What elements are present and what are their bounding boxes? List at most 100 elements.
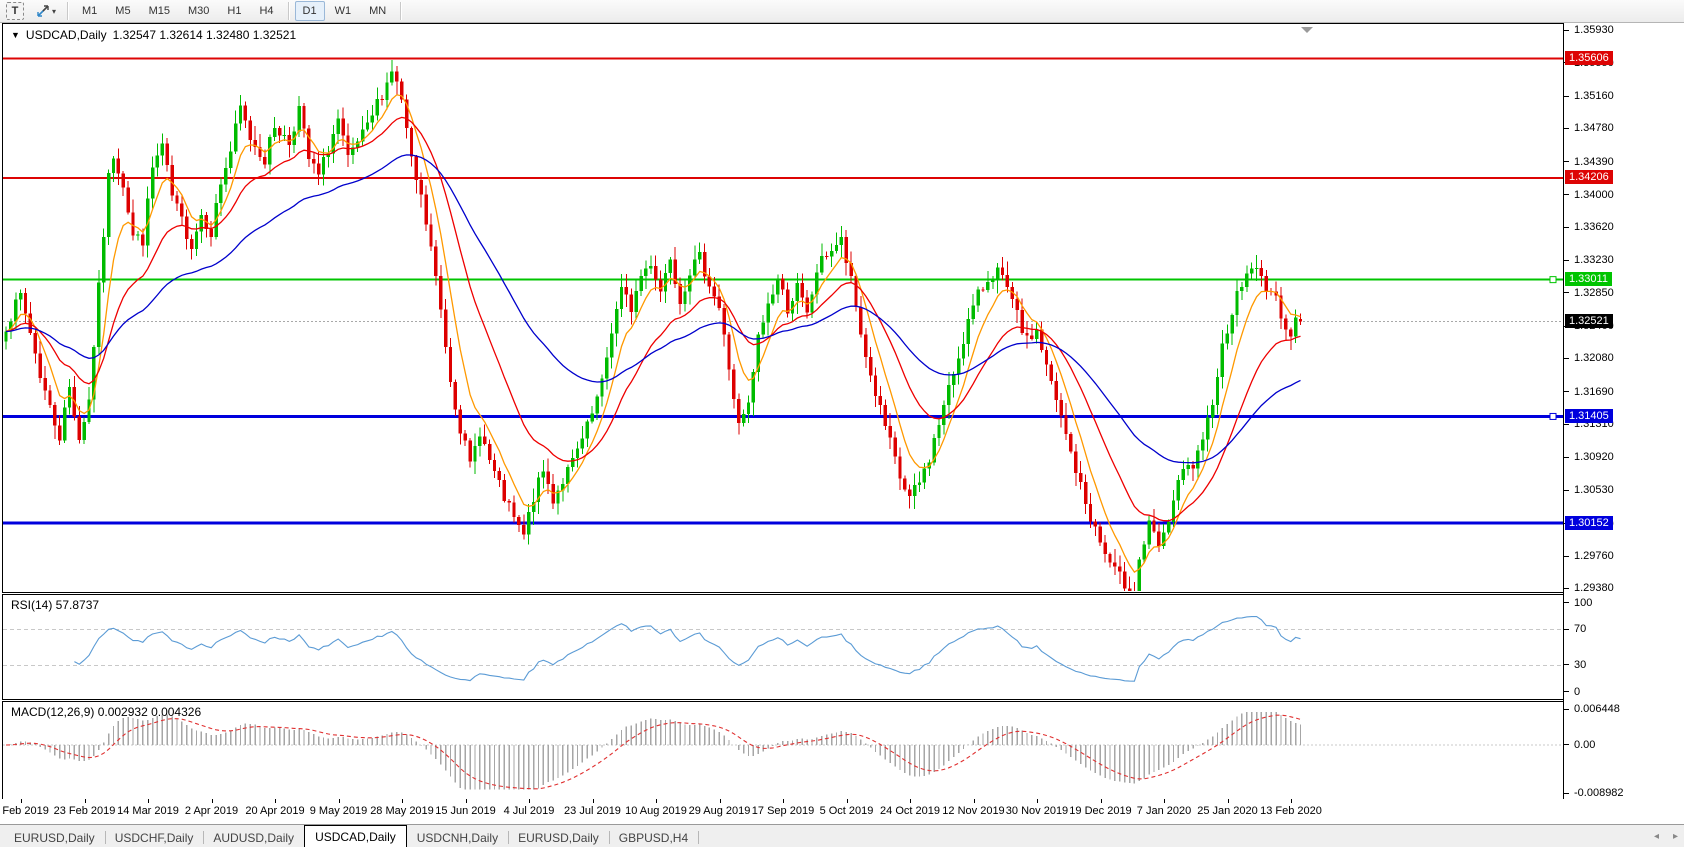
chart-symbol-label: USDCAD,Daily [26, 28, 107, 42]
date-axis-tick [85, 799, 86, 803]
price-axis-tick-label: 1.34000 [1574, 189, 1614, 201]
macd-axis-tick [1564, 793, 1569, 794]
price-level-badge: 1.32521 [1565, 314, 1613, 328]
macd-axis-tick [1564, 709, 1569, 710]
cursor-tool-dropdown-arrow[interactable]: ▾ [52, 7, 56, 16]
chart-tab-usdchf-daily[interactable]: USDCHF,Daily [105, 828, 204, 847]
price-axis-tick [1564, 128, 1569, 129]
date-axis-tick [910, 799, 911, 803]
chart-title: ▼ USDCAD,Daily 1.32547 1.32614 1.32480 1… [11, 28, 296, 42]
chart-tab-eurusd-daily[interactable]: EURUSD,Daily [508, 828, 609, 847]
tab-separator [698, 831, 699, 844]
toolbar-separator [67, 2, 68, 20]
price-axis-tick-label: 1.31690 [1574, 386, 1614, 398]
price-axis[interactable]: 1.359301.355501.351601.347801.343901.340… [1564, 23, 1684, 593]
date-axis-tick [1101, 799, 1102, 803]
rsi-indicator-panel[interactable]: RSI(14) 57.8737 [2, 594, 1563, 700]
chart-ohlc-values: 1.32547 1.32614 1.32480 1.32521 [113, 28, 297, 42]
tabs-scroll-left-icon[interactable]: ◂ [1654, 831, 1659, 842]
price-axis-tick-label: 1.34780 [1574, 122, 1614, 134]
chart-tab-audusd-daily[interactable]: AUDUSD,Daily [203, 828, 304, 847]
date-axis-tick [466, 799, 467, 803]
date-axis-tick [1228, 799, 1229, 803]
date-axis-tick [275, 799, 276, 803]
price-level-badge: 1.31405 [1565, 409, 1613, 423]
date-axis-tick [1291, 799, 1292, 803]
price-axis-tick [1564, 227, 1569, 228]
date-axis-tick [1164, 799, 1165, 803]
macd-axis[interactable]: 0.006448 0.00 -0.008982 [1564, 701, 1684, 800]
price-axis-tick-label: 1.29760 [1574, 550, 1614, 562]
rsi-label: RSI(14) 57.8737 [11, 598, 99, 612]
macd-label: MACD(12,26,9) 0.002932 0.004326 [11, 705, 201, 719]
date-axis-tick [148, 799, 149, 803]
price-axis-tick-label: 1.33230 [1574, 254, 1614, 266]
date-axis-tick [21, 799, 22, 803]
timeframe-button-m1[interactable]: M1 [74, 1, 105, 21]
price-axis-tick-label: 1.30920 [1574, 451, 1614, 463]
price-axis-tick [1564, 556, 1569, 557]
timeframe-group: M1M5M15M30H1H4 D1W1MN [73, 1, 406, 21]
macd-indicator-panel[interactable]: MACD(12,26,9) 0.002932 0.004326 [2, 701, 1563, 800]
chart-tab-usdcnh-daily[interactable]: USDCNH,Daily [407, 828, 508, 847]
candlestick-plot[interactable] [3, 24, 1563, 591]
date-axis-tick [656, 799, 657, 803]
cursor-tool-button[interactable]: ▾ [31, 1, 61, 21]
price-axis-tick [1564, 260, 1569, 261]
price-axis-tick [1564, 424, 1569, 425]
price-level-badge: 1.34206 [1565, 170, 1613, 184]
price-axis-tick [1564, 96, 1569, 97]
timeframe-button-m5[interactable]: M5 [107, 1, 138, 21]
date-axis-tick [339, 799, 340, 803]
chart-tab-eurusd-daily[interactable]: EURUSD,Daily [4, 828, 105, 847]
rsi-axis-tick-label: 70 [1574, 623, 1586, 635]
rsi-axis-tick-label: 100 [1574, 597, 1592, 609]
price-axis-tick-label: 1.35160 [1574, 90, 1614, 102]
macd-axis-tick-label: 0.006448 [1574, 703, 1620, 715]
price-axis-tick-label: 1.32850 [1574, 287, 1614, 299]
price-axis-tick [1564, 457, 1569, 458]
macd-axis-tick-label: 0.00 [1574, 739, 1595, 751]
timeframe-button-h1[interactable]: H1 [219, 1, 249, 21]
price-chart-panel[interactable]: ▼ USDCAD,Daily 1.32547 1.32614 1.32480 1… [2, 23, 1563, 593]
price-axis-tick-label: 1.29380 [1574, 582, 1614, 594]
collapse-triangle-icon[interactable]: ▼ [11, 30, 20, 40]
timeframe-button-m15[interactable]: M15 [141, 1, 178, 21]
macd-axis-tick [1564, 744, 1569, 745]
trading-app-window: { "toolbar": { "text_tool_label": "T", "… [0, 0, 1684, 846]
rsi-axis-tick [1564, 691, 1569, 692]
date-axis-tick [847, 799, 848, 803]
macd-axis-tick-label: -0.008982 [1574, 787, 1624, 799]
tabs-scroll-right-icon[interactable]: ▸ [1673, 831, 1678, 842]
rsi-axis-tick [1564, 664, 1569, 665]
price-axis-tick-label: 1.34390 [1574, 156, 1614, 168]
timeframe-button-mn[interactable]: MN [361, 1, 394, 21]
timeframe-button-w1[interactable]: W1 [327, 1, 360, 21]
timeframe-button-m30[interactable]: M30 [180, 1, 217, 21]
rsi-plot [3, 595, 1563, 699]
price-axis-tick [1564, 490, 1569, 491]
rsi-axis-tick-label: 30 [1574, 659, 1586, 671]
timeframe-button-h4[interactable]: H4 [251, 1, 281, 21]
rsi-axis[interactable]: 10070300 [1564, 594, 1684, 700]
top-toolbar: T ▾ M1M5M15M30H1H4 D1W1MN [0, 0, 1684, 23]
toolbar-separator [288, 2, 289, 20]
crosshair-arrows-icon [36, 4, 50, 18]
text-tool-button[interactable]: T [6, 2, 24, 20]
price-axis-tick-label: 1.32080 [1574, 352, 1614, 364]
date-axis-tick [974, 799, 975, 803]
chart-tab-gbpusd-h4[interactable]: GBPUSD,H4 [609, 828, 698, 847]
toolbar-separator [400, 2, 401, 20]
date-axis-tick [720, 799, 721, 803]
chart-tab-usdcad-daily[interactable]: USDCAD,Daily [304, 825, 407, 847]
timeframe-button-d1[interactable]: D1 [295, 1, 325, 21]
date-axis-tick [593, 799, 594, 803]
rsi-axis-tick [1564, 602, 1569, 603]
date-axis-tick [212, 799, 213, 803]
price-axis-tick [1564, 194, 1569, 195]
price-level-badge: 1.30152 [1565, 516, 1613, 530]
price-axis-tick [1564, 391, 1569, 392]
macd-plot [3, 702, 1563, 799]
price-axis-tick [1564, 161, 1569, 162]
date-axis[interactable]: 5 Feb 201923 Feb 201914 Mar 20192 Apr 20… [0, 799, 1684, 824]
